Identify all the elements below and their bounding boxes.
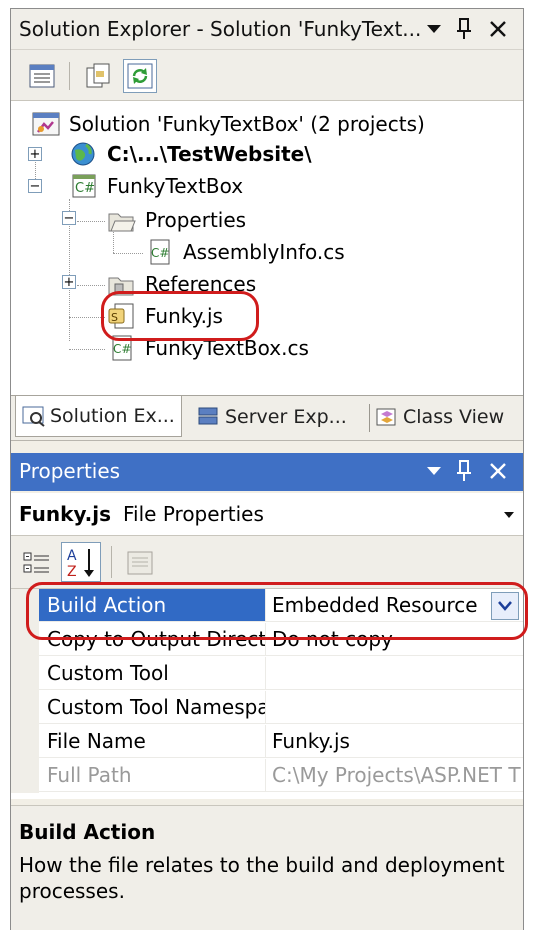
highlight-ring-funky-js	[101, 291, 259, 341]
tab-label: Solution Ex...	[50, 405, 175, 427]
refresh-icon	[127, 63, 153, 89]
svg-text:C#: C#	[113, 342, 131, 356]
solution-explorer-toolbar	[11, 50, 523, 101]
tree-node-project[interactable]: C# FunkyTextBox	[69, 171, 243, 201]
csharp-file-icon: C#	[145, 238, 175, 266]
ide-panel: Solution Explorer - Solution 'FunkyText.…	[10, 8, 524, 930]
window-position-dropdown[interactable]	[421, 457, 447, 485]
close-button[interactable]	[485, 457, 511, 485]
property-pages-button	[123, 546, 157, 580]
solution-icon	[31, 110, 61, 138]
svg-text:A: A	[67, 548, 77, 564]
tree-node-assemblyinfo[interactable]: C# AssemblyInfo.cs	[145, 237, 345, 267]
description-title: Build Action	[19, 820, 156, 844]
alphabetical-button[interactable]: A Z	[61, 542, 101, 582]
tree-node-solution[interactable]: Solution 'FunkyTextBox' (2 projects)	[31, 109, 425, 139]
tree-label: AssemblyInfo.cs	[183, 240, 345, 264]
property-name: Custom Tool	[39, 657, 265, 690]
properties-list-icon	[29, 64, 55, 88]
property-value[interactable]	[265, 657, 523, 690]
website-globe-icon	[69, 140, 99, 168]
grid-gutter	[11, 691, 39, 725]
property-description: Build Action How the file relates to the…	[11, 805, 523, 930]
object-selector[interactable]: Funky.js File Properties	[11, 493, 523, 536]
tab-label: Class View	[403, 406, 505, 428]
csharp-project-icon: C#	[69, 172, 99, 200]
tree-label: Solution 'FunkyTextBox' (2 projects)	[69, 112, 425, 136]
property-name: File Name	[39, 725, 265, 758]
collapse-toggle[interactable]: −	[28, 179, 42, 193]
grid-gutter	[11, 725, 39, 759]
svg-text:C#: C#	[75, 181, 95, 196]
solution-explorer-title: Solution Explorer - Solution 'FunkyText.…	[19, 17, 422, 41]
close-icon	[490, 463, 506, 479]
property-name: Custom Tool Namespace	[39, 691, 265, 724]
toolbar-separator	[69, 62, 70, 90]
close-button[interactable]	[485, 15, 511, 43]
grid-gutter	[11, 657, 39, 691]
open-folder-icon	[107, 206, 137, 234]
property-value: C:\My Projects\ASP.NET T	[265, 759, 523, 792]
chevron-down-icon	[427, 25, 441, 33]
property-row-full-path[interactable]: Full Path C:\My Projects\ASP.NET T	[11, 759, 523, 793]
svg-text:C#: C#	[151, 246, 169, 260]
pin-icon	[457, 460, 471, 481]
collapse-toggle[interactable]: −	[62, 211, 76, 225]
property-pages-icon	[127, 551, 153, 575]
grid-gutter	[11, 759, 39, 793]
svg-text:Z: Z	[67, 564, 77, 579]
tree-line	[69, 349, 105, 350]
auto-hide-pin-button[interactable]	[451, 457, 477, 485]
tab-label: Server Exp...	[225, 406, 347, 428]
pin-icon	[457, 18, 471, 39]
expand-toggle[interactable]: +	[62, 275, 76, 289]
sort-alphabetical-icon: A Z	[67, 548, 94, 579]
server-explorer-icon	[197, 406, 221, 428]
tree-line	[113, 253, 143, 254]
class-view-icon	[375, 406, 399, 428]
object-type: File Properties	[123, 502, 264, 526]
tree-line	[69, 317, 105, 318]
chevron-down-icon[interactable]	[503, 507, 515, 523]
tab-server-explorer[interactable]: Server Exp...	[197, 400, 347, 434]
expand-toggle[interactable]: +	[28, 147, 42, 161]
property-value[interactable]: Funky.js	[265, 725, 523, 758]
tree-node-properties-folder[interactable]: Properties	[107, 205, 246, 235]
explorer-tabs: Solution Ex... Server Exp... Class View	[11, 396, 523, 441]
tree-label: Properties	[145, 208, 247, 232]
categorized-icon	[23, 552, 49, 573]
highlight-ring-build-action	[26, 582, 528, 640]
tab-solution-explorer[interactable]: Solution Ex...	[15, 396, 182, 437]
property-value[interactable]	[265, 691, 523, 724]
refresh-button[interactable]	[123, 59, 157, 93]
properties-title: Properties	[19, 459, 121, 483]
properties-button[interactable]	[25, 59, 59, 93]
chevron-down-icon	[427, 467, 441, 475]
object-name: Funky.js	[19, 502, 112, 526]
property-row-file-name[interactable]: File Name Funky.js	[11, 725, 523, 759]
tree-line	[77, 221, 105, 222]
description-text: How the file relates to the build and de…	[19, 853, 505, 903]
property-row-custom-tool-namespace[interactable]: Custom Tool Namespace	[11, 691, 523, 725]
tab-class-view[interactable]: Class View	[375, 400, 504, 434]
categorized-button[interactable]	[19, 546, 53, 580]
toolbar-separator	[111, 546, 112, 578]
tree-label: FunkyTextBox	[107, 174, 244, 198]
show-all-files-button[interactable]	[81, 59, 115, 93]
tab-separator	[369, 404, 370, 432]
properties-title-bar: Properties	[11, 453, 523, 491]
solution-tree: Solution 'FunkyTextBox' (2 projects) + C…	[11, 101, 523, 396]
tree-node-website[interactable]: C:\...\TestWebsite\	[69, 139, 312, 169]
solution-explorer-title-bar: Solution Explorer - Solution 'FunkyText.…	[11, 9, 523, 50]
tree-line	[77, 285, 105, 286]
window-position-dropdown[interactable]	[421, 15, 447, 43]
show-all-files-icon	[86, 63, 110, 88]
property-name: Full Path	[39, 759, 265, 792]
solution-explorer-icon	[22, 405, 46, 427]
property-row-custom-tool[interactable]: Custom Tool	[11, 657, 523, 691]
auto-hide-pin-button[interactable]	[451, 15, 477, 43]
close-icon	[490, 21, 506, 37]
tree-label: C:\...\TestWebsite\	[107, 142, 312, 166]
